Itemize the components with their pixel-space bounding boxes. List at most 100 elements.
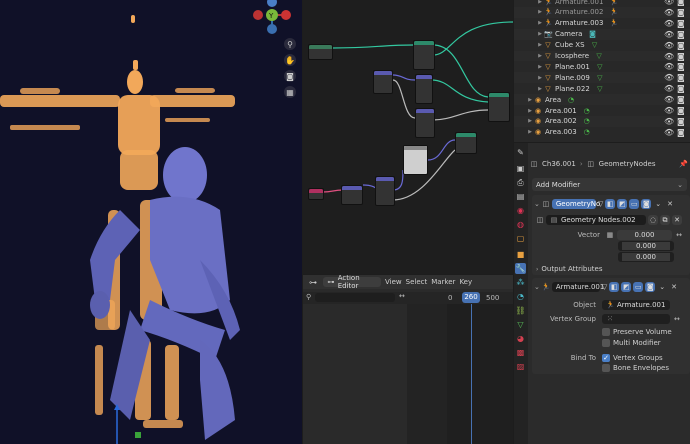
vector-y-field[interactable]: 0.000 xyxy=(618,241,674,251)
node-combine-xyz[interactable] xyxy=(415,108,435,138)
bone-envelopes-checkbox[interactable]: Bone Envelopes xyxy=(602,364,669,372)
outliner-item[interactable]: ▶ ◉ Area.001 ◔ 👁 ◙ xyxy=(514,105,690,116)
fake-user-icon[interactable]: ◌ xyxy=(648,215,658,225)
object-field[interactable]: 🏃 Armature.001 xyxy=(602,299,670,310)
outliner-item[interactable]: ▶ 📷 Camera ◙ 👁 ◙ xyxy=(514,28,690,40)
vector-x-field[interactable]: 0.000 xyxy=(616,229,673,240)
scene-tab-icon[interactable]: ◉ xyxy=(515,205,526,216)
modifier-name-field[interactable]: GeometryNo xyxy=(551,198,600,209)
node-separate-xyz[interactable] xyxy=(375,176,395,206)
expand-icon[interactable]: ▶ xyxy=(526,118,534,124)
menu-view[interactable]: View xyxy=(385,278,402,286)
expand-icon[interactable]: ▶ xyxy=(536,64,544,70)
constraints-tab-icon[interactable]: ⛓ xyxy=(515,305,526,316)
render-toggle-icon[interactable]: ◙ xyxy=(645,281,656,292)
dropdown-icon[interactable]: ⌄ xyxy=(659,283,665,291)
eye-icon[interactable]: 👁 xyxy=(664,73,674,82)
expand-icon[interactable]: ▶ xyxy=(526,129,534,135)
render-camera-icon[interactable]: ◙ xyxy=(677,8,685,17)
mode-selector[interactable]: ⊶ Action Editor xyxy=(323,275,381,290)
eye-icon[interactable]: 👁 xyxy=(664,84,674,93)
collection-tab-icon[interactable]: ▢ xyxy=(515,233,526,244)
viewport-toggle-icon[interactable]: ▭ xyxy=(633,281,644,292)
grid-view-icon[interactable]: ▦ xyxy=(284,86,296,98)
eye-icon[interactable]: 👁 xyxy=(664,52,674,61)
outliner-item[interactable]: ▶ ◉ Area.003 ◔ 👁 ◙ xyxy=(514,126,690,138)
attribute-toggle-icon[interactable]: ▦ xyxy=(606,231,614,239)
node-color-ramp[interactable] xyxy=(403,145,428,175)
render-tab-icon[interactable]: ▣ xyxy=(515,163,526,174)
render-toggle-icon[interactable]: ◙ xyxy=(641,198,652,209)
cage-toggle-icon[interactable]: ◧ xyxy=(605,198,616,209)
multi-modifier-checkbox[interactable]: Multi Modifier xyxy=(602,339,661,347)
close-icon[interactable]: ✕ xyxy=(671,283,677,291)
render-camera-icon[interactable]: ◙ xyxy=(677,41,685,50)
editmode-toggle-icon[interactable]: ◩ xyxy=(621,281,632,292)
outliner-item[interactable]: ▶ 🏃 Armature.003 🏃 👁 ◙ xyxy=(514,17,690,29)
eye-icon[interactable]: 👁 xyxy=(664,128,674,137)
node-math-b[interactable] xyxy=(415,74,433,104)
eye-icon[interactable]: 👁 xyxy=(664,62,674,71)
data-tab-icon[interactable]: ▽ xyxy=(515,319,526,330)
expand-icon[interactable]: ▶ xyxy=(536,53,544,59)
object-tab-icon[interactable]: ■ xyxy=(515,249,526,260)
outliner-item[interactable]: ▶ 🏃 Armature.002 🏃 👁 ◙ xyxy=(514,6,690,18)
editor-type-icon[interactable]: ⊶ xyxy=(307,276,319,288)
render-camera-icon[interactable]: ◙ xyxy=(677,62,685,71)
material-tab-icon[interactable]: ◕ xyxy=(515,333,526,344)
node-editor[interactable] xyxy=(303,0,513,274)
expand-icon[interactable]: ▶ xyxy=(536,86,544,92)
edit-mode-icon[interactable]: ▽ xyxy=(598,200,603,208)
outliner-item[interactable]: ▶ ▽ Icosphere ▽ 👁 ◙ xyxy=(514,50,690,62)
duplicate-icon[interactable]: ⧉ xyxy=(660,215,670,225)
node-tree-icon[interactable]: ◫ xyxy=(536,216,544,224)
camera-view-icon[interactable]: ◙ xyxy=(284,70,296,82)
node-group-input[interactable] xyxy=(308,44,333,60)
render-camera-icon[interactable]: ◙ xyxy=(677,84,685,93)
outliner[interactable]: ▶ 🏃 Armature.001 🏃 👁 ◙ ▶ 🏃 Armature.002 🏃 👁 ◙ ▶ 🏃 Arma… xyxy=(514,0,690,142)
arrows-horizontal-icon[interactable]: ↔ xyxy=(399,292,405,300)
action-editor[interactable]: ⊶ ⊶ Action Editor View Select Marker Key… xyxy=(303,275,513,444)
node-output[interactable] xyxy=(455,132,477,154)
vertex-group-field[interactable]: ⁙ xyxy=(602,313,670,324)
editmode-toggle-icon[interactable]: ◩ xyxy=(617,198,628,209)
render-camera-icon[interactable]: ◙ xyxy=(677,73,685,82)
collapse-icon[interactable]: ⌄ xyxy=(534,283,540,291)
expand-icon[interactable]: ▶ xyxy=(536,0,544,5)
eye-icon[interactable]: 👁 xyxy=(664,95,674,104)
node-set-position[interactable] xyxy=(413,40,435,70)
physics-tab-icon[interactable]: ◔ xyxy=(515,291,526,302)
shader-tab-icon[interactable]: ▨ xyxy=(515,361,526,372)
render-camera-icon[interactable]: ◙ xyxy=(677,52,685,61)
collapse-icon[interactable]: ⌄ xyxy=(534,200,540,208)
timeline-ruler[interactable]: ⚲ ↔ 0 260 500 xyxy=(303,292,513,304)
bone-envelopes-box[interactable] xyxy=(602,364,610,372)
outliner-item[interactable]: ▶ ▽ Plane.022 ▽ 👁 ◙ xyxy=(514,83,690,95)
outliner-item[interactable]: ▶ ▽ Plane.009 ▽ 👁 ◙ xyxy=(514,72,690,84)
eye-icon[interactable]: 👁 xyxy=(664,117,674,126)
particles-tab-icon[interactable]: ⁂ xyxy=(515,277,526,288)
menu-select[interactable]: Select xyxy=(406,278,428,286)
eye-icon[interactable]: 👁 xyxy=(664,19,674,28)
current-frame-indicator[interactable]: 260 xyxy=(462,292,480,303)
modifier-tab-icon[interactable]: 🔧 xyxy=(515,263,526,274)
output-tab-icon[interactable]: ⎙ xyxy=(515,177,526,188)
eye-icon[interactable]: 👁 xyxy=(664,8,674,17)
3d-viewport[interactable]: Y ⚲ ✋ ◙ ▦ xyxy=(0,0,302,444)
menu-marker[interactable]: Marker xyxy=(431,278,455,286)
edit-mode-icon[interactable]: ▽ xyxy=(602,283,607,291)
node-math-a[interactable] xyxy=(373,70,393,94)
pin-icon[interactable]: 📌 xyxy=(679,160,688,168)
world-tab-icon[interactable]: ◍ xyxy=(515,219,526,230)
menu-key[interactable]: Key xyxy=(459,278,472,286)
expand-icon[interactable]: ▶ xyxy=(536,75,544,81)
add-modifier-button[interactable]: Add Modifier ⌄ xyxy=(532,178,687,191)
render-camera-icon[interactable]: ◙ xyxy=(677,0,685,6)
pan-hand-icon[interactable]: ✋ xyxy=(284,54,296,66)
zoom-icon[interactable]: ⚲ xyxy=(284,38,296,50)
render-camera-icon[interactable]: ◙ xyxy=(677,117,685,126)
render-camera-icon[interactable]: ◙ xyxy=(677,106,685,115)
expand-icon[interactable]: ▶ xyxy=(526,97,534,103)
texture-tab-icon[interactable]: ▩ xyxy=(515,347,526,358)
channel-search-input[interactable] xyxy=(315,293,395,302)
